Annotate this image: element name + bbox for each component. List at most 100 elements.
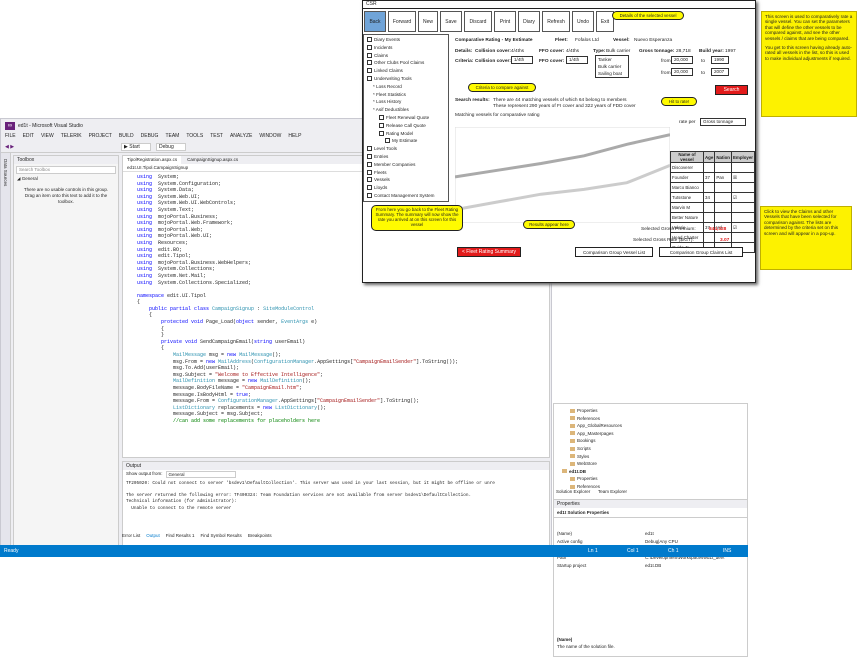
menu-item[interactable]: TOOLS — [186, 133, 203, 142]
vessel-type-list[interactable]: Tanker Bulk carrier Sailing boat — [595, 55, 629, 78]
solution-item[interactable]: Properties — [570, 476, 598, 481]
table-row[interactable]: Marvin M — [669, 202, 756, 213]
tab-bottom[interactable]: Breakpoints — [248, 533, 272, 541]
table-row[interactable]: Better Nature — [669, 212, 756, 223]
tree-item[interactable]: Diary Events — [367, 37, 400, 42]
tree-item[interactable]: Rating Model — [379, 130, 413, 136]
menu-item[interactable]: HELP — [288, 133, 301, 142]
tree-item[interactable]: * Asif Deductibles — [373, 107, 409, 112]
csr-button-refresh[interactable]: Refresh — [542, 11, 570, 32]
solution-item[interactable]: Properties — [570, 408, 598, 413]
solution-tab[interactable]: Solution Explorer — [556, 489, 590, 494]
tree-item[interactable]: * Fleet Statistics — [373, 92, 406, 97]
start-button[interactable]: ▶ Start — [121, 143, 151, 151]
solution-item[interactable]: References — [570, 416, 600, 421]
tree-item[interactable]: Linked Claims — [367, 68, 403, 74]
property-row[interactable]: (Name) ed1t — [557, 531, 745, 536]
solution-item[interactable]: ed1t.DB — [562, 469, 586, 474]
tree-item[interactable]: Level Tools — [367, 146, 397, 152]
back-arrow-icon[interactable]: ◀ ▶ — [5, 144, 14, 150]
solution-item[interactable]: WebStore — [570, 461, 597, 466]
menu-item[interactable]: VIEW — [41, 133, 54, 142]
menu-item[interactable]: ANALYZE — [230, 133, 252, 142]
csr-button-back[interactable]: Back — [364, 11, 386, 32]
tree-item[interactable]: Vessels — [367, 177, 390, 183]
table-cell — [714, 182, 732, 193]
menu-item[interactable]: BUILD — [119, 133, 134, 142]
code-token: new — [206, 358, 219, 365]
tree-item[interactable]: Fleet Renewal Quote — [379, 115, 429, 120]
tree-item[interactable]: Underwriting Tools — [367, 76, 412, 81]
fleet-rating-summary-button[interactable]: < Fleet Rating Summary — [457, 247, 521, 257]
vessel-type-option[interactable]: Sailing boat — [596, 70, 628, 77]
menu-item[interactable]: PROJECT — [89, 133, 112, 142]
toolbox-search-input[interactable]: Search Toolbox — [16, 166, 116, 174]
tab-tipol-registration[interactable]: TipolRegistration.aspx.cs — [123, 156, 182, 164]
table-row[interactable]: Marco Bianco — [669, 182, 756, 193]
criteria-ffo-select[interactable]: 1/4th — [566, 56, 588, 64]
tab-bottom[interactable]: Find Results 1 — [166, 533, 195, 541]
comparison-vessel-list-button[interactable]: Comparison Group Vessel List — [575, 247, 653, 257]
solution-item[interactable]: Scripts — [570, 446, 591, 451]
menu-item[interactable]: EDIT — [23, 133, 34, 142]
search-button[interactable]: Search — [715, 85, 748, 95]
tree-item[interactable]: Contact Management System — [367, 193, 435, 198]
vessel-type-option[interactable]: Bulk carrier — [596, 63, 628, 70]
comparison-claims-list-button[interactable]: Comparison Group Claims List — [659, 247, 743, 257]
by-to-input[interactable]: 2007 — [711, 68, 729, 76]
tree-item[interactable]: Release Call Quote — [379, 122, 426, 128]
solution-item[interactable]: Styles — [570, 454, 589, 459]
solution-item[interactable]: Bookings — [570, 438, 596, 443]
data-sources-tab[interactable]: Data Sources — [1, 153, 11, 548]
tree-item[interactable]: Other Clubs Pool Claims — [367, 60, 424, 66]
csr-button-save[interactable]: Save — [440, 11, 462, 32]
table-row[interactable]: Founder 37 Pan ☒ — [669, 172, 756, 183]
solution-tab[interactable]: Team Explorer — [598, 489, 627, 494]
menu-item[interactable]: TELERIK — [61, 133, 82, 142]
table-row[interactable]: Tutsstone 34 ☑ — [669, 192, 756, 203]
tree-item[interactable]: Incidents — [367, 44, 392, 50]
menu-item[interactable]: FILE — [5, 133, 16, 142]
vessel-type-option[interactable]: Tanker — [596, 56, 628, 63]
solution-item[interactable]: App_GlobalResources — [570, 423, 622, 428]
class-nav-dropdown[interactable]: ed1t.UI.Tipol.CampaignSignup — [127, 165, 188, 170]
criteria-collision-select[interactable]: 1/4th — [511, 56, 533, 64]
table-row[interactable]: Discoverer — [669, 162, 756, 173]
tree-item[interactable]: Fleets — [367, 169, 387, 175]
menu-item[interactable]: TEAM — [165, 133, 179, 142]
csr-button-diary[interactable]: Diary — [518, 11, 540, 32]
tree-item[interactable]: * Loss Record — [373, 84, 402, 89]
tree-item-label: * Loss History — [373, 99, 402, 105]
menu-item[interactable]: TEST — [210, 133, 223, 142]
menu-item[interactable]: WINDOW — [259, 133, 281, 142]
rate-per-select[interactable]: Gross tonnage — [700, 118, 746, 126]
code-token: using — [137, 174, 153, 180]
tree-item[interactable]: My Estimate — [385, 138, 417, 144]
property-row[interactable]: Startup project ed1t.DB — [557, 563, 745, 568]
tab-bottom[interactable]: Find Symbol Results — [201, 533, 242, 541]
solution-item[interactable]: App_Masterpages — [570, 431, 614, 436]
tree-item[interactable]: Claims — [367, 52, 388, 58]
by-from-input[interactable]: 1990 — [711, 56, 729, 64]
csr-button-print[interactable]: Print — [494, 11, 516, 32]
properties-subject[interactable]: ed1t Solution Properties — [554, 508, 747, 518]
tab-bottom[interactable]: Error List — [122, 533, 140, 541]
gt-from-input[interactable]: 20,000 — [671, 56, 693, 64]
csr-button-discard[interactable]: Discard — [464, 11, 492, 32]
output-source-select[interactable]: General — [165, 471, 236, 478]
csr-button-forward[interactable]: Forward — [388, 11, 416, 32]
gt-value: 28,718 — [676, 49, 691, 54]
gt-to-input[interactable]: 20,000 — [671, 68, 693, 76]
property-row[interactable]: Active config Debug|Any CPU — [557, 539, 745, 544]
code-token: using — [137, 206, 153, 213]
menu-item[interactable]: DEBUG — [141, 133, 159, 142]
tree-item[interactable]: * Loss History — [373, 99, 401, 104]
tree-item[interactable]: Member Companies — [367, 161, 415, 167]
config-select[interactable]: Debug — [156, 143, 186, 151]
csr-button-new[interactable]: New — [418, 11, 438, 32]
tab-campaign-signup[interactable]: CampaignSignup.aspx.cs — [183, 156, 242, 164]
tab-bottom[interactable]: Output — [146, 533, 160, 541]
csr-button-undo[interactable]: Undo — [572, 11, 594, 32]
tree-item[interactable]: Lloyds — [367, 185, 387, 191]
tree-item[interactable]: Entries — [367, 154, 388, 159]
